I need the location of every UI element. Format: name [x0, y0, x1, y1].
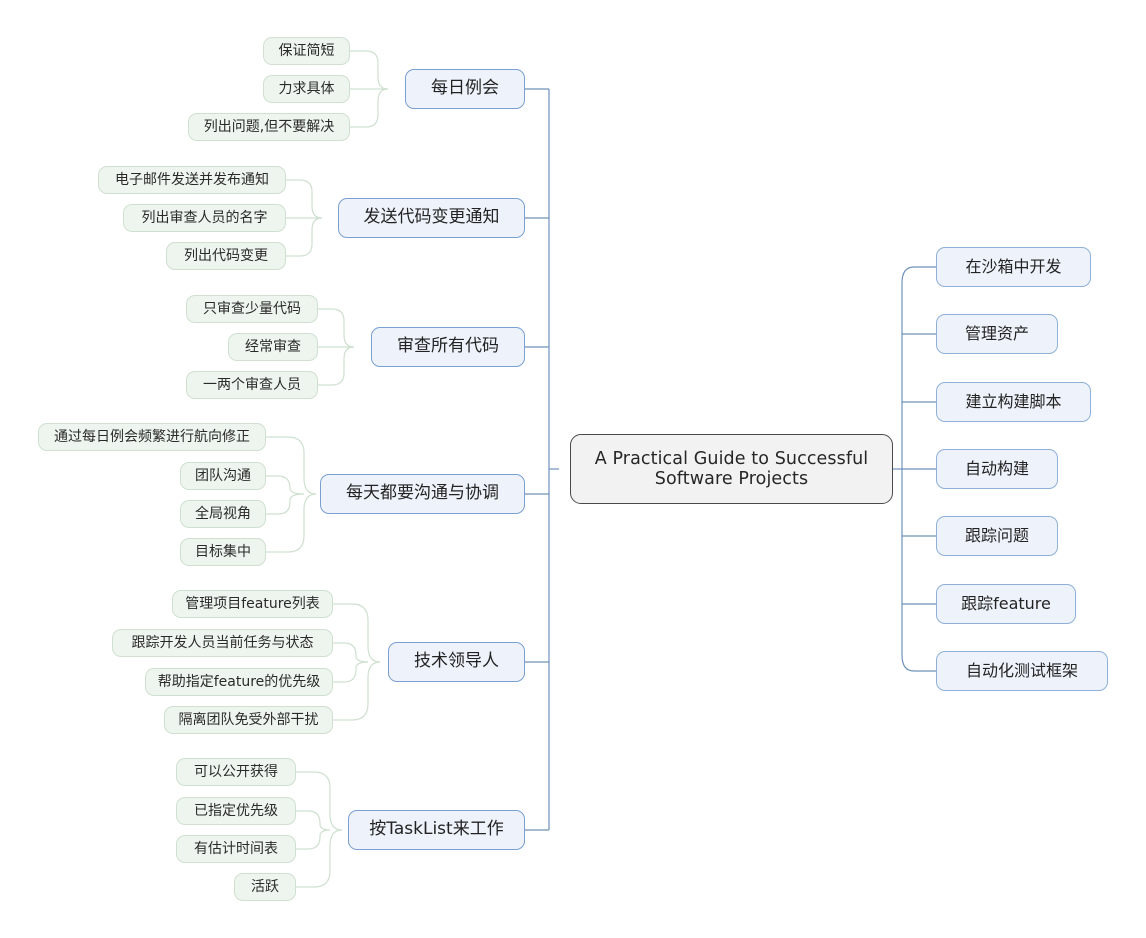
leaf-label: 只审查少量代码 [203, 300, 301, 317]
right-node-manage-assets[interactable]: 管理资产 [936, 314, 1058, 354]
branch-label: 审查所有代码 [397, 336, 499, 357]
leaf-node[interactable]: 管理项目feature列表 [172, 590, 333, 618]
right-node-track-feature[interactable]: 跟踪feature [936, 584, 1076, 624]
right-label: 自动化测试框架 [965, 660, 1078, 680]
leaf-node[interactable]: 团队沟通 [180, 462, 266, 490]
right-node-auto-build[interactable]: 自动构建 [936, 449, 1058, 489]
branch-node-tasklist[interactable]: 按TaskList来工作 [348, 810, 525, 850]
leaf-label: 一两个审查人员 [203, 376, 301, 393]
right-label: 跟踪feature [961, 593, 1051, 613]
leaf-label: 列出问题,但不要解决 [203, 118, 335, 135]
root-title-line1: A Practical Guide to Successful [594, 448, 869, 469]
leaf-label: 有估计时间表 [194, 840, 278, 857]
spine-right [893, 266, 936, 672]
leaf-connectors-b2 [286, 179, 323, 257]
branch-node-tech-lead[interactable]: 技术领导人 [388, 642, 525, 682]
leaf-node[interactable]: 全局视角 [180, 500, 266, 528]
branch-label: 按TaskList来工作 [369, 819, 504, 840]
branch-node-code-change-notice[interactable]: 发送代码变更通知 [338, 198, 525, 238]
right-label: 跟踪问题 [964, 525, 1029, 545]
leaf-connectors-b5 [333, 603, 381, 721]
leaf-connectors-b1 [350, 50, 389, 128]
leaf-node[interactable]: 列出问题,但不要解决 [188, 113, 350, 141]
leaf-label: 全局视角 [195, 505, 251, 522]
leaf-label: 团队沟通 [195, 467, 251, 484]
leaf-label: 隔离团队免受外部干扰 [178, 711, 319, 728]
leaf-label: 目标集中 [195, 543, 251, 560]
branch-label: 技术领导人 [414, 651, 499, 672]
right-label: 在沙箱中开发 [965, 256, 1062, 276]
leaf-node[interactable]: 力求具体 [263, 75, 350, 103]
leaf-label: 列出代码变更 [184, 247, 268, 264]
leaf-node[interactable]: 电子邮件发送并发布通知 [98, 166, 286, 194]
leaf-node[interactable]: 通过每日例会频繁进行航向修正 [38, 423, 266, 451]
leaf-label: 列出审查人员的名字 [141, 209, 268, 226]
leaf-node[interactable]: 跟踪开发人员当前任务与状态 [112, 629, 333, 657]
branch-node-review-all-code[interactable]: 审查所有代码 [371, 327, 525, 367]
branch-node-daily-communication[interactable]: 每天都要沟通与协调 [320, 474, 525, 514]
leaf-node[interactable]: 经常审查 [228, 333, 318, 361]
right-label: 自动构建 [964, 458, 1029, 478]
leaf-node[interactable]: 帮助指定feature的优先级 [145, 668, 333, 696]
leaf-node[interactable]: 目标集中 [180, 538, 266, 566]
leaf-connectors-b3 [318, 308, 355, 386]
leaf-node[interactable]: 保证简短 [263, 37, 350, 65]
leaf-label: 已指定优先级 [194, 802, 278, 819]
leaf-node[interactable]: 活跃 [234, 873, 296, 901]
branch-label: 每天都要沟通与协调 [346, 483, 499, 504]
leaf-label: 保证简短 [278, 42, 335, 59]
leaf-label: 可以公开获得 [194, 763, 278, 780]
leaf-node[interactable]: 只审查少量代码 [186, 295, 318, 323]
right-node-sandbox-dev[interactable]: 在沙箱中开发 [936, 247, 1091, 287]
leaf-node[interactable]: 隔离团队免受外部干扰 [164, 706, 333, 734]
leaf-label: 力求具体 [278, 80, 335, 97]
leaf-label: 跟踪开发人员当前任务与状态 [131, 634, 314, 651]
branch-label: 每日例会 [431, 78, 499, 99]
leaf-node[interactable]: 一两个审查人员 [186, 371, 318, 399]
right-node-auto-test-framework[interactable]: 自动化测试框架 [936, 651, 1108, 691]
leaf-label: 通过每日例会频繁进行航向修正 [54, 428, 250, 445]
leaf-node[interactable]: 列出代码变更 [166, 242, 286, 270]
mindmap-canvas: A Practical Guide to Successful Software… [0, 0, 1146, 938]
leaf-label: 帮助指定feature的优先级 [157, 673, 321, 690]
right-label: 建立构建脚本 [965, 391, 1062, 411]
leaf-label: 电子邮件发送并发布通知 [115, 171, 269, 188]
branch-label: 发送代码变更通知 [363, 207, 500, 228]
leaf-node[interactable]: 有估计时间表 [176, 835, 296, 863]
root-node[interactable]: A Practical Guide to Successful Software… [570, 434, 893, 504]
leaf-connectors-b4 [266, 436, 317, 553]
root-title-line2: Software Projects [654, 469, 809, 489]
leaf-label: 经常审查 [245, 338, 301, 355]
leaf-node[interactable]: 可以公开获得 [176, 758, 296, 786]
leaf-node[interactable]: 列出审查人员的名字 [123, 204, 286, 232]
right-node-track-issues[interactable]: 跟踪问题 [936, 516, 1058, 556]
spine-left [548, 89, 559, 830]
leaf-connectors-b6 [296, 771, 343, 888]
leaf-node[interactable]: 已指定优先级 [176, 797, 296, 825]
right-node-build-script[interactable]: 建立构建脚本 [936, 382, 1091, 422]
leaf-label: 管理项目feature列表 [185, 595, 320, 612]
branch-node-daily-meeting[interactable]: 每日例会 [405, 69, 525, 109]
branch-stubs-left [525, 88, 549, 831]
right-label: 管理资产 [964, 323, 1029, 343]
leaf-label: 活跃 [251, 878, 279, 895]
